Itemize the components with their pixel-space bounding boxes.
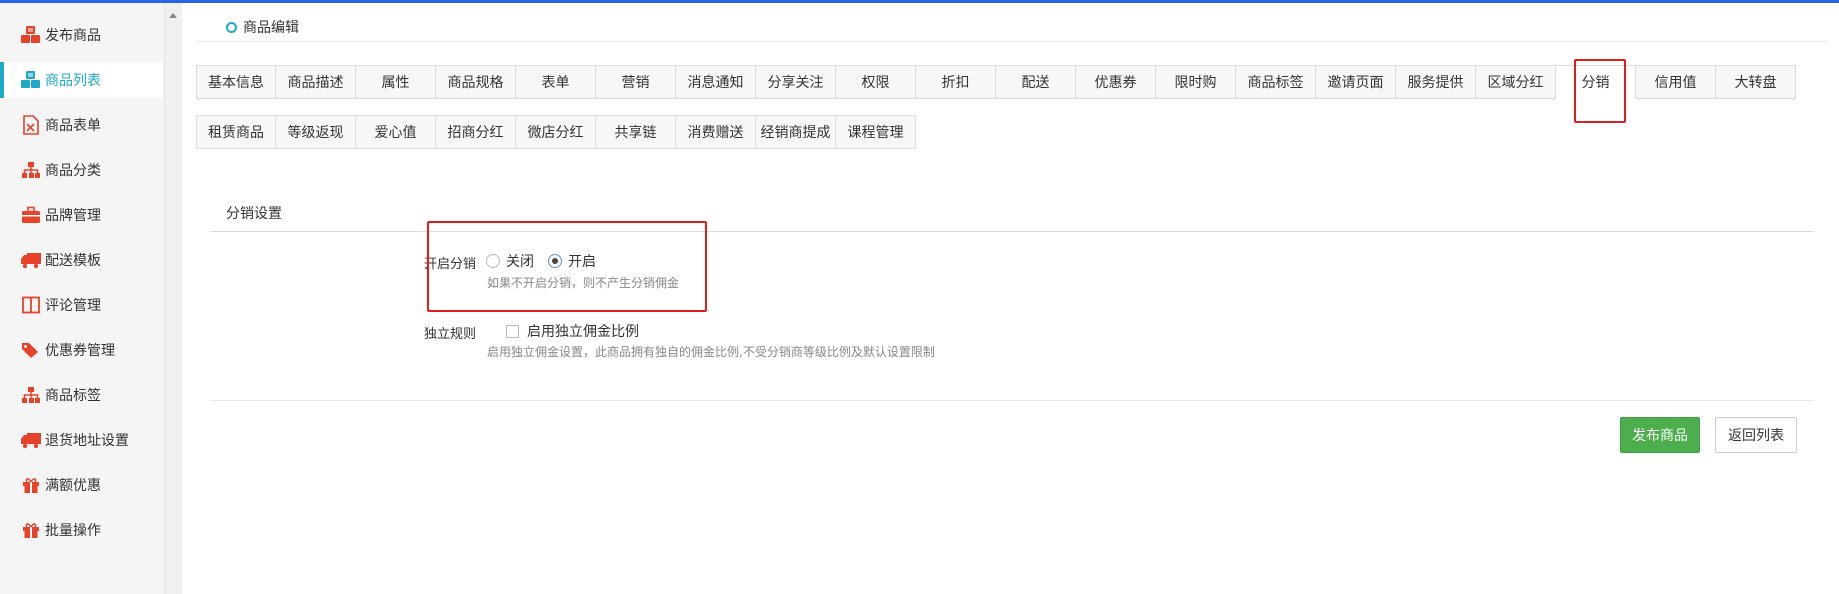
sidebar-item-comments[interactable]: 评论管理 xyxy=(0,287,163,323)
tab-specs[interactable]: 商品规格 xyxy=(436,65,516,99)
tab-courses[interactable]: 课程管理 xyxy=(836,115,916,149)
sidebar-item-label: 满额优惠 xyxy=(45,478,101,494)
sidebar: 发布商品 商品列表 商品表单 商品分类 品牌管理 配送模板 评论管理 优惠券管理… xyxy=(0,3,164,594)
sitemap-icon xyxy=(20,159,42,181)
tab-attributes[interactable]: 属性 xyxy=(356,65,436,99)
tab-highlight-box xyxy=(1574,59,1626,123)
sidebar-item-product-list[interactable]: 商品列表 xyxy=(0,62,163,98)
gift-icon xyxy=(20,474,42,496)
cubes-icon xyxy=(20,69,42,91)
publish-button[interactable]: 发布商品 xyxy=(1620,417,1700,453)
sidebar-item-label: 发布商品 xyxy=(45,28,101,44)
tab-share-chain[interactable]: 共享链 xyxy=(596,115,676,149)
sitemap-icon xyxy=(20,384,42,406)
page-title: 商品编辑 xyxy=(243,20,299,36)
tab-coupons[interactable]: 优惠券 xyxy=(1076,65,1156,99)
tab-service[interactable]: 服务提供 xyxy=(1396,65,1476,99)
tab-level-cashback[interactable]: 等级返现 xyxy=(276,115,356,149)
tab-flash-sale[interactable]: 限时购 xyxy=(1156,65,1236,99)
sidebar-item-tags[interactable]: 商品标签 xyxy=(0,377,163,413)
tab-permissions[interactable]: 权限 xyxy=(836,65,916,99)
tab-share-follow[interactable]: 分享关注 xyxy=(756,65,836,99)
sidebar-scrollbar[interactable] xyxy=(164,3,182,594)
independent-rule-checkbox[interactable] xyxy=(506,324,519,338)
tab-lucky-wheel[interactable]: 大转盘 xyxy=(1716,65,1796,99)
truck-icon xyxy=(20,249,42,271)
tabs-row-1: 基本信息 商品描述 属性 商品规格 表单 营销 消息通知 分享关注 权限 折扣 … xyxy=(196,65,1796,99)
cubes-icon xyxy=(20,24,42,46)
sidebar-item-label: 批量操作 xyxy=(45,523,101,539)
tab-dealer-commission[interactable]: 经销商提成 xyxy=(756,115,836,149)
gift-icon xyxy=(20,519,42,541)
tab-regional-dividend[interactable]: 区域分红 xyxy=(1476,65,1556,99)
tab-merchant-dividend[interactable]: 招商分红 xyxy=(436,115,516,149)
tab-rental[interactable]: 租赁商品 xyxy=(196,115,276,149)
circle-icon xyxy=(226,21,237,33)
tab-basic-info[interactable]: 基本信息 xyxy=(196,65,276,99)
sidebar-item-shipping-template[interactable]: 配送模板 xyxy=(0,242,163,278)
sidebar-item-label: 商品分类 xyxy=(45,163,101,179)
tab-invite-page[interactable]: 邀请页面 xyxy=(1316,65,1396,99)
sidebar-item-category[interactable]: 商品分类 xyxy=(0,152,163,188)
sidebar-item-coupons[interactable]: 优惠券管理 xyxy=(0,332,163,368)
sidebar-item-product-form[interactable]: 商品表单 xyxy=(0,107,163,143)
file-excel-icon xyxy=(20,114,42,136)
tabs-row-2: 租赁商品 等级返现 爱心值 招商分红 微店分红 共享链 消费赠送 经销商提成 课… xyxy=(196,115,916,149)
sidebar-item-label: 品牌管理 xyxy=(45,208,101,224)
tab-charity[interactable]: 爱心值 xyxy=(356,115,436,149)
independent-rule-checkbox-label[interactable]: 启用独立佣金比例 xyxy=(527,321,639,341)
sidebar-item-full-discount[interactable]: 满额优惠 xyxy=(0,467,163,503)
divider xyxy=(210,400,1814,401)
section-title: 分销设置 xyxy=(226,206,282,222)
sidebar-item-label: 商品标签 xyxy=(45,388,101,404)
sidebar-item-label: 退货地址设置 xyxy=(45,433,129,449)
independent-rule-checkbox-group: 启用独立佣金比例 xyxy=(506,321,639,341)
tab-delivery[interactable]: 配送 xyxy=(996,65,1076,99)
sidebar-item-brand[interactable]: 品牌管理 xyxy=(0,197,163,233)
sidebar-item-label: 配送模板 xyxy=(45,253,101,269)
tab-credit[interactable]: 信用值 xyxy=(1636,65,1716,99)
tab-microstore-dividend[interactable]: 微店分红 xyxy=(516,115,596,149)
tab-notifications[interactable]: 消息通知 xyxy=(676,65,756,99)
tab-marketing[interactable]: 营销 xyxy=(596,65,676,99)
sidebar-item-label: 优惠券管理 xyxy=(45,343,115,359)
sidebar-item-batch-operation[interactable]: 批量操作 xyxy=(0,512,163,548)
sidebar-item-return-address[interactable]: 退货地址设置 xyxy=(0,422,163,458)
back-to-list-button[interactable]: 返回列表 xyxy=(1715,417,1797,453)
briefcase-icon xyxy=(20,204,42,226)
sidebar-item-publish[interactable]: 发布商品 xyxy=(0,17,163,53)
tab-product-tags[interactable]: 商品标签 xyxy=(1236,65,1316,99)
divider xyxy=(196,41,1828,42)
tab-description[interactable]: 商品描述 xyxy=(276,65,356,99)
tags-icon xyxy=(20,339,42,361)
tab-consume-gift[interactable]: 消费赠送 xyxy=(676,115,756,149)
columns-icon xyxy=(20,294,42,316)
tab-discount[interactable]: 折扣 xyxy=(916,65,996,99)
independent-rule-hint: 启用独立佣金设置，此商品拥有独自的佣金比例,不受分销商等级比例及默认设置限制 xyxy=(487,345,935,359)
sidebar-item-label: 商品列表 xyxy=(45,73,101,89)
breadcrumb: 商品编辑 xyxy=(226,17,299,37)
scroll-up-arrow-icon[interactable] xyxy=(169,13,177,18)
form-highlight-box xyxy=(427,221,707,312)
sidebar-item-label: 评论管理 xyxy=(45,298,101,314)
main-content: 商品编辑 基本信息 商品描述 属性 商品规格 表单 营销 消息通知 分享关注 权… xyxy=(196,3,1839,594)
tab-form[interactable]: 表单 xyxy=(516,65,596,99)
truck-icon xyxy=(20,429,42,451)
sidebar-item-label: 商品表单 xyxy=(45,118,101,134)
independent-rule-label: 独立规则 xyxy=(424,327,477,342)
